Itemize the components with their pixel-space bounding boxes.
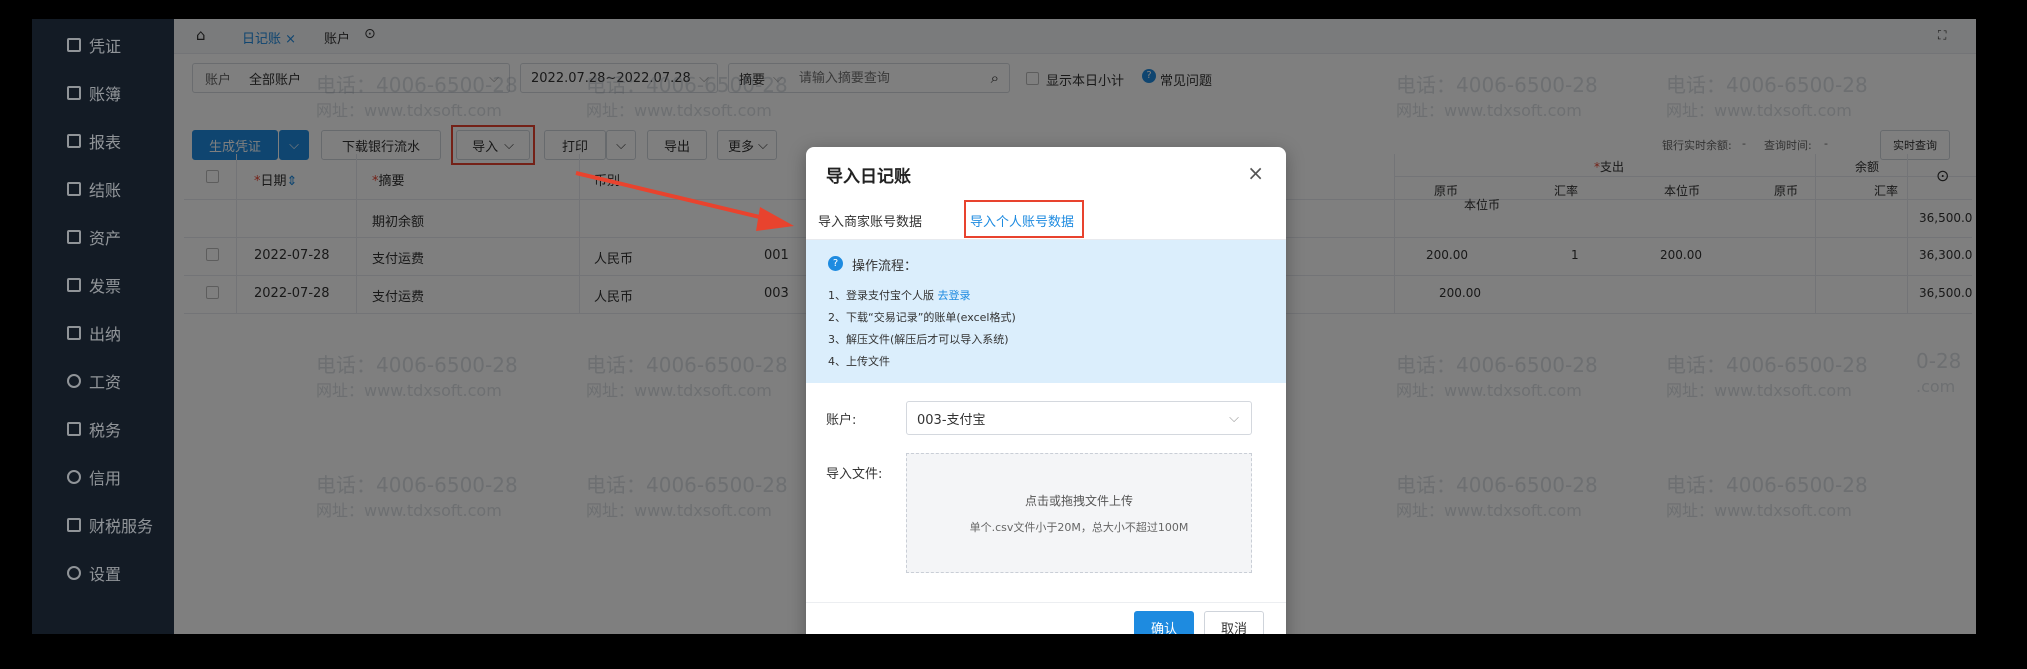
dialog-tabs: 导入商家账号数据 导入个人账号数据 [806,197,1286,240]
import-file-label: 导入文件: [826,467,883,482]
sidebar-dim-overlay [32,19,174,634]
confirm-button[interactable]: 确认 [1134,611,1194,634]
app-window: 凭证 账簿 报表 结账 资产 发票 出纳 工资 税务 信用 财税服务 设置 ⌂ … [32,19,1976,634]
operation-flow-panel: ? 操作流程： 1、登录支付宝个人版 去登录 2、下载“交易记录”的账单(exc… [806,240,1286,383]
close-icon[interactable]: × [1247,161,1264,185]
flow-title: 操作流程： [852,259,918,274]
file-upload-dropzone[interactable]: 点击或拖拽文件上传 单个.csv文件小于20M，总大小不超过100M [906,453,1252,573]
login-link[interactable]: 去登录 [938,289,971,302]
import-journal-dialog: 导入日记账 × 导入商家账号数据 导入个人账号数据 ? 操作流程： 1、登录支付… [806,147,1286,634]
dialog-title: 导入日记账 [826,167,911,187]
tab-personal-account[interactable]: 导入个人账号数据 [970,211,1074,230]
flow-steps: 1、登录支付宝个人版 去登录 2、下载“交易记录”的账单(excel格式) 3、… [828,289,1016,368]
account-label: 账户: [826,413,857,428]
annotation-arrow [575,171,794,231]
dialog-footer: 确认 取消 [806,602,1286,634]
tab-merchant-account[interactable]: 导入商家账号数据 [818,211,922,230]
cancel-button[interactable]: 取消 [1204,611,1264,634]
chevron-down-icon: ⌵ [1229,410,1239,426]
help-icon: ? [828,256,843,271]
account-select[interactable]: 003-支付宝 ⌵ [906,401,1252,435]
screen: 凭证 账簿 报表 结账 资产 发票 出纳 工资 税务 信用 财税服务 设置 ⌂ … [0,0,2027,669]
